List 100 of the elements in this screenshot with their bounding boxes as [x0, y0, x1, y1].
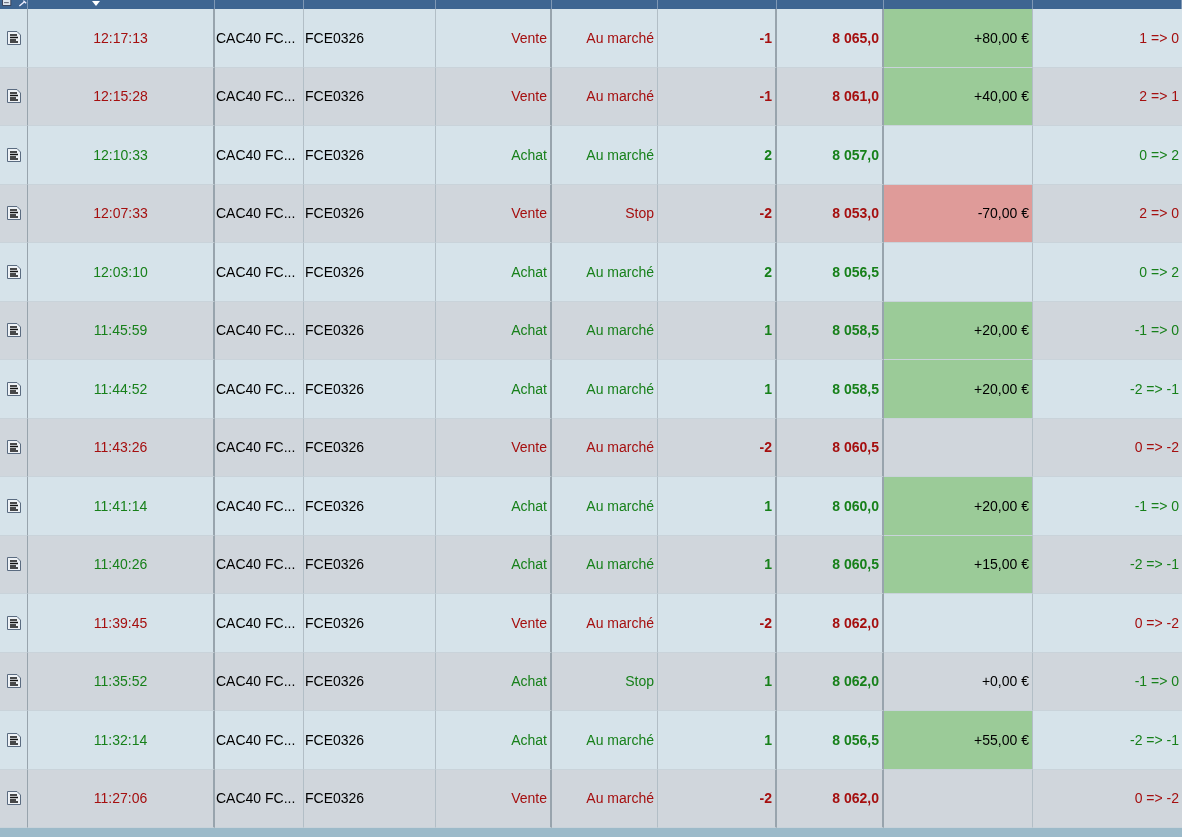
gain-text: +20,00 € [974, 322, 1029, 339]
position-change-text: -1 => 0 [1134, 673, 1179, 690]
price-text: 8 058,5 [832, 380, 879, 397]
direction-text: Achat [511, 497, 547, 514]
symbol-text: FCE0326 [305, 790, 365, 807]
instrument-name: CAC40 FC... [216, 380, 296, 397]
time-text: 12:03:10 [93, 263, 148, 280]
gain-text: +40,00 € [974, 88, 1029, 105]
document-icon[interactable] [5, 497, 22, 514]
price-text: 8 062,0 [832, 673, 879, 690]
position-change-text: 0 => -2 [1134, 614, 1179, 631]
time-text: 11:35:52 [93, 673, 148, 690]
quantity-text: 1 [764, 673, 772, 690]
document-icon[interactable] [5, 731, 22, 748]
position-change-text: 1 => 0 [1139, 29, 1179, 46]
price-text: 8 060,5 [832, 439, 879, 456]
wrench-icon[interactable] [17, 0, 27, 8]
instrument-name: CAC40 FC... [216, 790, 296, 807]
price-text: 8 062,0 [832, 790, 879, 807]
order-type-text: Au marché [586, 556, 654, 573]
order-type-text: Au marché [586, 439, 654, 456]
order-type-text: Au marché [586, 790, 654, 807]
order-type-text: Au marché [586, 29, 654, 46]
direction-text: Achat [511, 673, 547, 690]
direction-text: Vente [511, 614, 547, 631]
symbol-text: FCE0326 [305, 205, 365, 222]
direction-text: Vente [511, 29, 547, 46]
document-icon[interactable] [5, 556, 22, 573]
quantity-text: 1 [764, 497, 772, 514]
time-text: 11:41:14 [93, 497, 148, 514]
instrument-name: CAC40 FC... [216, 205, 296, 222]
instrument-name: CAC40 FC... [216, 614, 296, 631]
order-type-text: Au marché [586, 380, 654, 397]
instrument-name: CAC40 FC... [216, 497, 296, 514]
order-type-text: Au marché [586, 731, 654, 748]
quantity-text: -2 [759, 614, 772, 631]
symbol-text: FCE0326 [305, 614, 365, 631]
position-change-text: -1 => 0 [1134, 497, 1179, 514]
quantity-text: 2 [764, 146, 772, 163]
order-type-text: Au marché [586, 322, 654, 339]
order-type-text: Au marché [586, 263, 654, 280]
position-change-text: 2 => 0 [1139, 205, 1179, 222]
time-text: 12:10:33 [93, 146, 148, 163]
symbol-text: FCE0326 [305, 322, 365, 339]
document-icon[interactable] [5, 146, 22, 163]
time-text: 11:32:14 [93, 731, 148, 748]
direction-text: Achat [511, 731, 547, 748]
quantity-text: 1 [764, 380, 772, 397]
gain-text: +55,00 € [974, 731, 1029, 748]
time-text: 11:40:26 [93, 556, 148, 573]
direction-text: Achat [511, 146, 547, 163]
direction-text: Achat [511, 322, 547, 339]
document-icon[interactable] [5, 88, 22, 105]
time-text: 11:43:26 [93, 439, 148, 456]
quantity-text: 1 [764, 556, 772, 573]
gain-text: +80,00 € [974, 29, 1029, 46]
symbol-text: FCE0326 [305, 88, 365, 105]
price-text: 8 061,0 [832, 88, 879, 105]
time-text: 11:45:59 [93, 322, 148, 339]
quantity-text: -2 [759, 439, 772, 456]
order-type-text: Stop [625, 205, 654, 222]
document-icon[interactable] [5, 439, 22, 456]
time-text: 12:17:13 [93, 29, 148, 46]
symbol-text: FCE0326 [305, 29, 365, 46]
direction-text: Vente [511, 88, 547, 105]
position-change-text: 0 => 2 [1139, 146, 1179, 163]
symbol-text: FCE0326 [305, 146, 365, 163]
document-icon[interactable] [5, 673, 22, 690]
quantity-text: -2 [759, 205, 772, 222]
quantity-text: 1 [764, 731, 772, 748]
direction-text: Vente [511, 790, 547, 807]
instrument-name: CAC40 FC... [216, 439, 296, 456]
instrument-name: CAC40 FC... [216, 556, 296, 573]
document-icon[interactable] [5, 380, 22, 397]
document-icon[interactable] [5, 29, 22, 46]
price-text: 8 060,5 [832, 556, 879, 573]
price-text: 8 056,5 [832, 731, 879, 748]
document-icon[interactable] [2, 0, 12, 8]
direction-text: Achat [511, 263, 547, 280]
quantity-text: 1 [764, 322, 772, 339]
quantity-text: -1 [759, 29, 772, 46]
symbol-text: FCE0326 [305, 731, 365, 748]
position-change-text: 0 => -2 [1134, 790, 1179, 807]
document-icon[interactable] [5, 790, 22, 807]
direction-text: Achat [511, 380, 547, 397]
quantity-text: -1 [759, 88, 772, 105]
document-icon[interactable] [5, 205, 22, 222]
document-icon[interactable] [5, 614, 22, 631]
direction-text: Vente [511, 439, 547, 456]
instrument-name: CAC40 FC... [216, 263, 296, 280]
gain-text: +20,00 € [974, 380, 1029, 397]
price-text: 8 060,0 [832, 497, 879, 514]
document-icon[interactable] [5, 263, 22, 280]
quantity-text: 2 [764, 263, 772, 280]
document-icon[interactable] [5, 322, 22, 339]
position-change-text: -2 => -1 [1129, 731, 1179, 748]
gain-text: +15,00 € [974, 556, 1029, 573]
position-change-text: -2 => -1 [1129, 556, 1179, 573]
position-change-text: 0 => 2 [1139, 263, 1179, 280]
position-change-text: 0 => -2 [1134, 439, 1179, 456]
